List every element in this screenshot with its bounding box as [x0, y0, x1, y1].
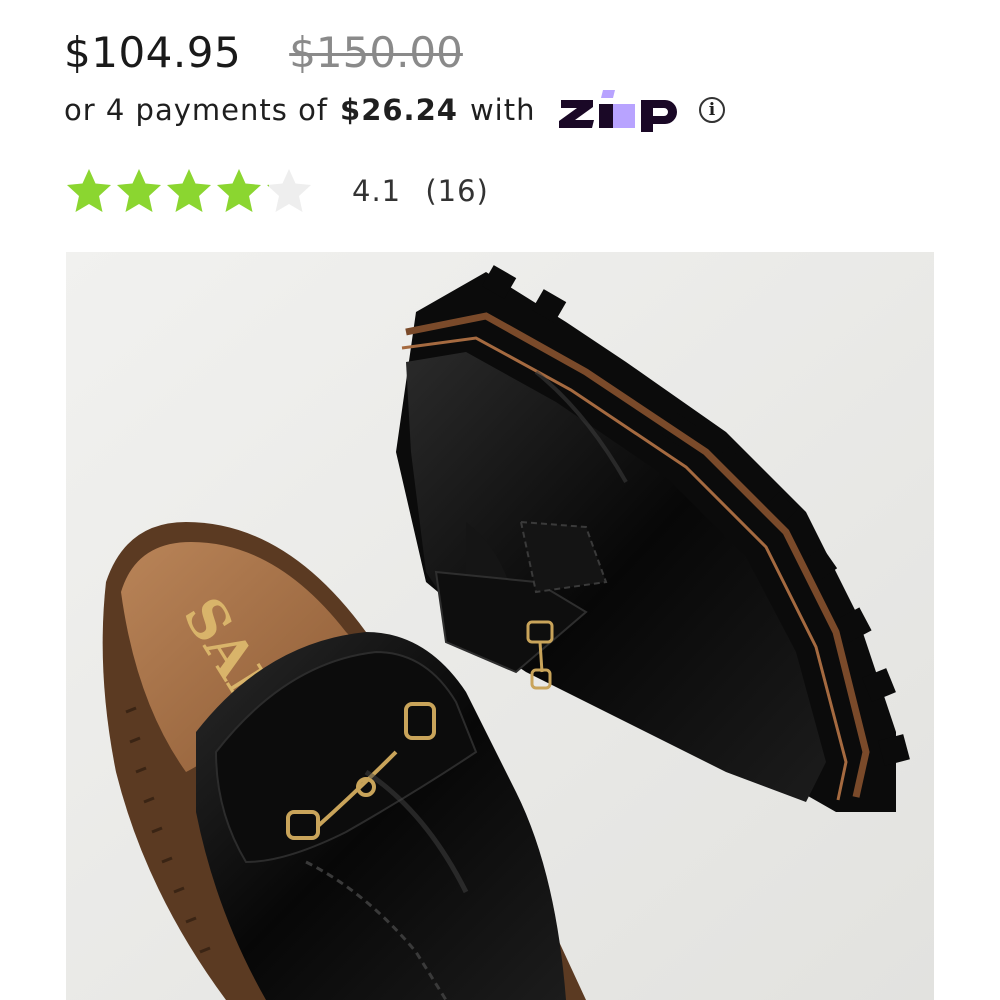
product-image[interactable]: SAM [66, 252, 934, 1000]
installment-amount: $26.24 [340, 93, 458, 127]
star-icon [167, 169, 211, 212]
rating-summary[interactable]: 4.1 (16) [64, 164, 489, 218]
rating-text: 4.1 (16) [352, 174, 489, 208]
price-row: $104.95 $150.00 [64, 24, 463, 80]
original-price: $150.00 [289, 27, 463, 77]
black-loafer-mules-icon: SAM [66, 252, 934, 1000]
installment-offer: or 4 payments of $26.24 with i [64, 86, 726, 134]
star-icon [67, 169, 111, 212]
info-icon[interactable]: i [699, 97, 726, 123]
review-count: (16) [425, 174, 489, 208]
rating-score: 4.1 [352, 174, 402, 208]
installment-prefix: or 4 payments of [64, 93, 329, 127]
installment-suffix: with [469, 93, 536, 127]
zip-logo[interactable] [557, 88, 681, 132]
star-rating [64, 166, 314, 216]
star-icon [217, 169, 261, 212]
zip-logo-graphic [559, 90, 678, 132]
star-icon [267, 169, 311, 212]
current-price: $104.95 [64, 27, 242, 77]
star-icon [117, 169, 161, 212]
product-detail-page: $104.95 $150.00 or 4 payments of $26.24 … [0, 0, 1000, 1000]
